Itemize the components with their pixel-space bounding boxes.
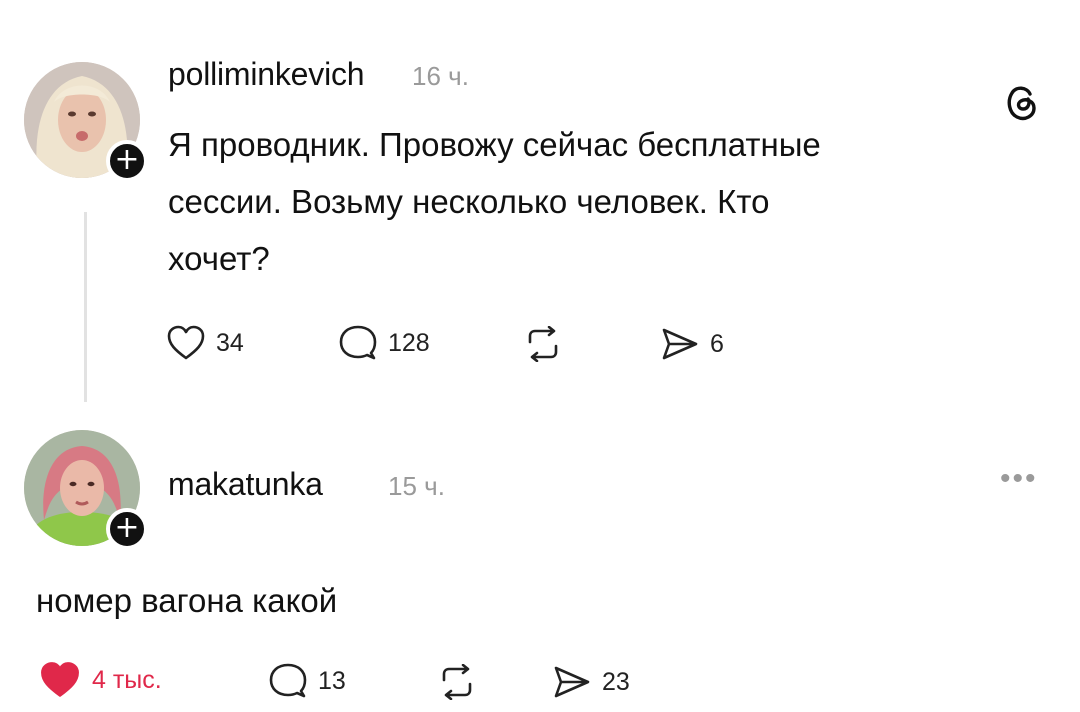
share-button[interactable]: 23 [552,664,630,700]
share-button[interactable]: 6 [660,326,724,362]
repost-button[interactable] [436,664,478,700]
post-text-line: сессии. Возьму несколько человек. Кто [168,183,770,220]
follow-plus-badge[interactable]: + [106,140,148,182]
heart-icon [41,662,79,697]
comment-count: 128 [388,328,430,357]
repost-button[interactable] [522,326,564,362]
comment-bubble-icon [269,663,307,698]
post-text-line: Я проводник. Провожу сейчас бесплатные [168,126,821,163]
repost-icon [528,326,558,362]
comment-count: 13 [318,666,346,695]
follow-plus-badge[interactable]: + [106,508,148,550]
post-time: 15 ч. [388,471,445,501]
thread-connector-line [84,212,87,402]
heart-icon [167,325,205,360]
post-text: номер вагона какой [36,582,338,619]
username[interactable]: polliminkevich [168,56,365,93]
comment-button[interactable]: 128 [338,324,430,362]
like-button[interactable]: 34 [166,324,244,362]
like-count: 34 [216,328,244,357]
share-send-icon [554,666,590,698]
post-text-line: хочет? [168,240,270,277]
post-text: Я проводник. Провожу сейчас бесплатные с… [168,116,1048,287]
share-count: 23 [602,667,630,696]
like-button[interactable]: 4 тыс. [38,660,162,700]
username[interactable]: makatunka [168,466,323,503]
like-count: 4 тыс. [92,665,162,694]
repost-icon [442,664,472,700]
post-time: 16 ч. [412,61,469,91]
comment-button[interactable]: 13 [268,662,346,700]
share-count: 6 [710,329,724,358]
share-send-icon [662,328,698,360]
comment-bubble-icon [339,325,377,360]
more-dots-icon[interactable]: ••• [1000,462,1038,496]
